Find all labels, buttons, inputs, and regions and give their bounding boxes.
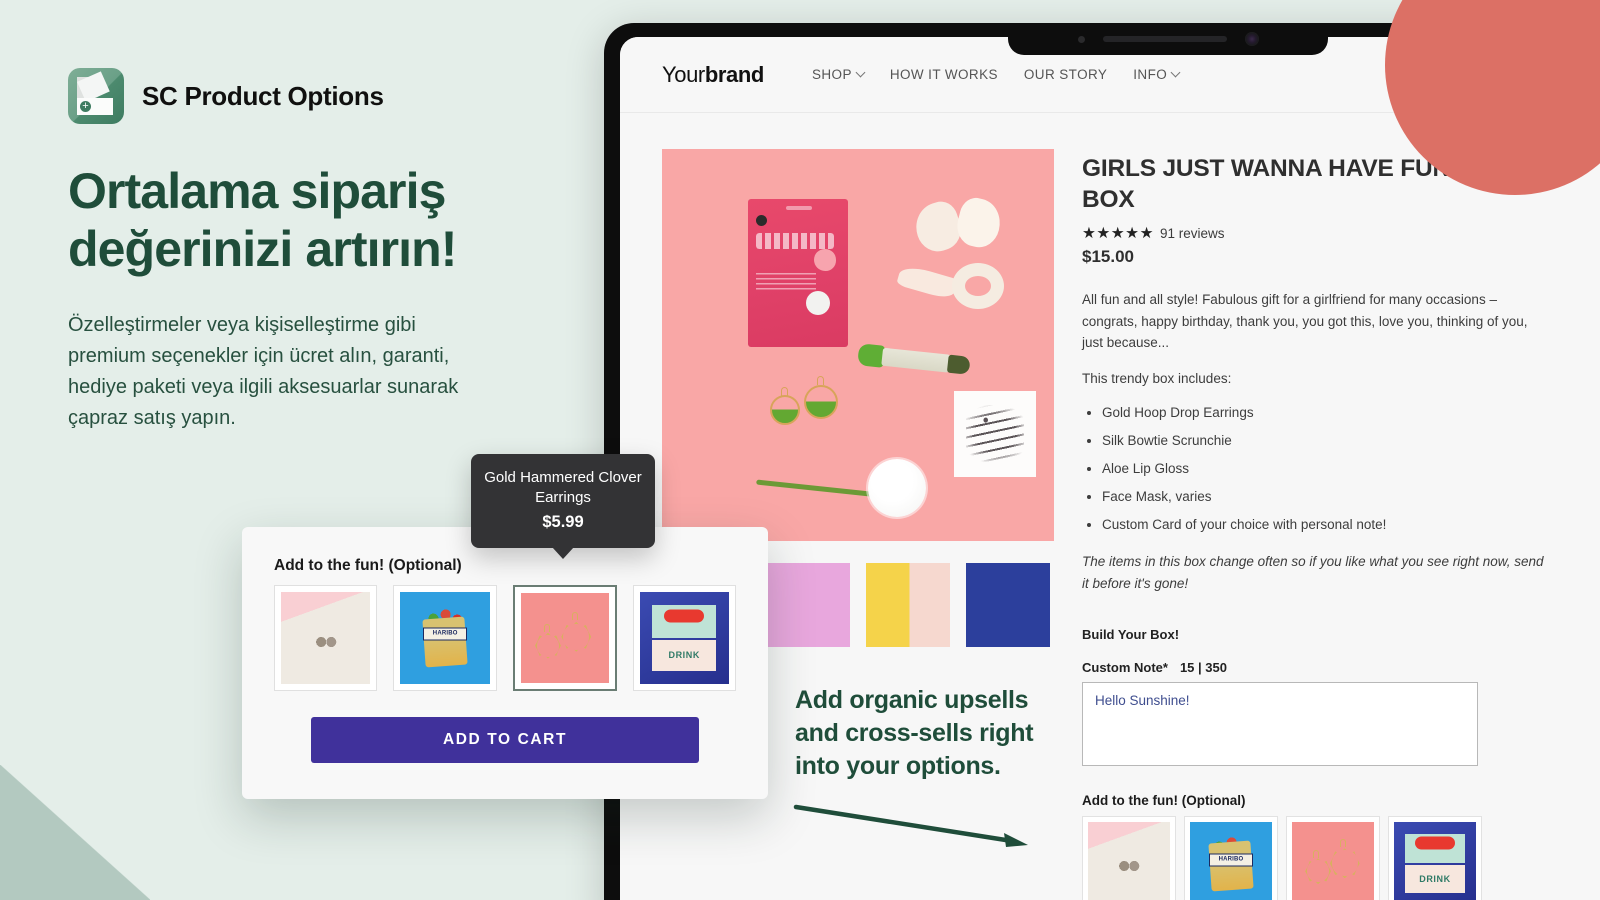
nav-item-info-label: INFO — [1133, 67, 1168, 82]
product-info-column: GIRLS JUST WANNA HAVE FUN BOX ★★★★★ 91 r… — [1082, 149, 1552, 900]
ambient-sensor-icon — [1077, 35, 1085, 43]
floating-option-haribo-goldbears-gummies[interactable]: HARIBO — [393, 585, 497, 691]
promo-headline: Ortalama sipariş değerinizi artırın! — [68, 163, 457, 277]
option-gold-stud-earrings[interactable] — [1082, 816, 1176, 900]
photo-face-mask-pack — [748, 199, 848, 347]
sc-product-options-icon — [68, 68, 124, 124]
site-logo[interactable]: Yourbrand — [662, 62, 764, 88]
logo-text-bold: brand — [704, 61, 765, 87]
option-haribo-goldbears-gummies[interactable]: HARIBO — [1184, 816, 1278, 900]
promo-column: SC Product Options Ortalama sipariş değe… — [68, 68, 538, 434]
product-rating[interactable]: ★★★★★ 91 reviews — [1082, 224, 1552, 243]
review-count: 91 reviews — [1159, 225, 1225, 241]
box-contents-list: Gold Hoop Drop Earrings Silk Bowtie Scru… — [1102, 402, 1552, 535]
product-hero-image[interactable] — [662, 149, 1054, 541]
gallery-thumbnail[interactable] — [766, 563, 850, 647]
nav-item-our-story[interactable]: OUR STORY — [1024, 67, 1107, 82]
list-item: Silk Bowtie Scrunchie — [1102, 430, 1552, 452]
option-free-drink-gift-card[interactable]: DRINK — [1388, 816, 1482, 900]
add-to-cart-button[interactable]: ADD TO CART — [311, 717, 699, 763]
description-paragraph-1: All fun and all style! Fabulous gift for… — [1082, 291, 1528, 351]
product-title: GIRLS JUST WANNA HAVE FUN BOX — [1082, 155, 1450, 214]
product-price: $15.00 — [1082, 246, 1134, 266]
nav-item-shop[interactable]: SHOP — [811, 67, 866, 82]
option-tooltip: Gold Hammered Clover Earrings $5.99 — [471, 454, 655, 559]
photo-lip-gloss — [857, 341, 971, 379]
camera-icon — [1244, 32, 1259, 46]
chevron-down-icon — [1170, 67, 1181, 78]
description-paragraph-2: This trendy box includes: — [1082, 371, 1232, 387]
floating-option-gold-stud-earrings[interactable] — [274, 585, 378, 691]
speaker-grille-icon — [1102, 36, 1227, 42]
floating-card-option-grid: HARIBO DRINK — [274, 585, 736, 691]
product-description: All fun and all style! Fabulous gift for… — [1082, 289, 1552, 595]
photo-scrunchie — [896, 194, 1010, 317]
custom-note-input[interactable] — [1082, 682, 1478, 767]
gallery-thumbnail[interactable] — [866, 563, 950, 647]
promo-body-text: Özelleştirmeler veya kişiselleştirme gib… — [68, 314, 459, 429]
list-item: Aloe Lip Gloss — [1102, 458, 1552, 480]
photo-you-got-this-card — [954, 391, 1036, 477]
list-item: Gold Hoop Drop Earrings — [1102, 402, 1552, 424]
photo-hoop-earrings — [770, 373, 840, 435]
star-rating-icon: ★★★★★ — [1082, 224, 1154, 242]
floating-options-card: Add to the fun! (Optional) HARIBO DRINK … — [242, 527, 768, 799]
floating-option-gold-clover-earrings[interactable] — [512, 585, 617, 691]
plus-icon — [80, 101, 91, 112]
custom-note-label: Custom Note* 15 | 350 — [1082, 660, 1552, 675]
option-swatch-grid: HARIBO DRINK — [1082, 816, 1492, 900]
app-name: SC Product Options — [142, 80, 384, 111]
gallery-thumbnail[interactable] — [966, 563, 1050, 647]
build-your-box-heading: Build Your Box! — [1082, 627, 1180, 643]
tooltip-product-name: Gold Hammered Clover Earrings — [484, 469, 642, 507]
nav-item-how-it-works[interactable]: HOW IT WORKS — [890, 67, 998, 82]
custom-note-label-text: Custom Note* — [1082, 660, 1168, 676]
floating-card-label: Add to the fun! (Optional) — [274, 557, 462, 574]
annotation-text: Add organic upsells and cross-sells righ… — [795, 686, 1034, 780]
list-item: Custom Card of your choice with personal… — [1102, 514, 1552, 536]
chevron-down-icon — [855, 67, 866, 78]
annotation-arrow-icon — [793, 804, 1028, 847]
option-gold-clover-earrings[interactable] — [1286, 816, 1380, 900]
logo-text-light: Your — [662, 61, 705, 87]
floating-option-free-drink-gift-card[interactable]: DRINK — [632, 585, 736, 691]
nav-item-info[interactable]: INFO — [1133, 67, 1181, 82]
device-notch — [994, 23, 1342, 55]
custom-note-counter: 15 | 350 — [1179, 660, 1227, 676]
nav-item-our-story-label: OUR STORY — [1023, 67, 1108, 82]
tooltip-product-price: $5.99 — [542, 512, 584, 531]
list-item: Face Mask, varies — [1102, 486, 1552, 508]
description-italic-note: The items in this box change often so if… — [1082, 554, 1544, 592]
nav-item-shop-label: SHOP — [811, 67, 852, 82]
photo-pom-pom-flower — [756, 451, 936, 519]
promo-brand: SC Product Options — [68, 68, 538, 124]
add-to-the-fun-label: Add to the fun! (Optional) — [1082, 793, 1246, 809]
background-triangle-decoration — [0, 765, 150, 900]
nav-links: SHOP HOW IT WORKS OUR STORY INFO — [811, 67, 1181, 82]
tooltip-pointer — [552, 546, 574, 559]
nav-item-how-it-works-label: HOW IT WORKS — [889, 67, 998, 82]
